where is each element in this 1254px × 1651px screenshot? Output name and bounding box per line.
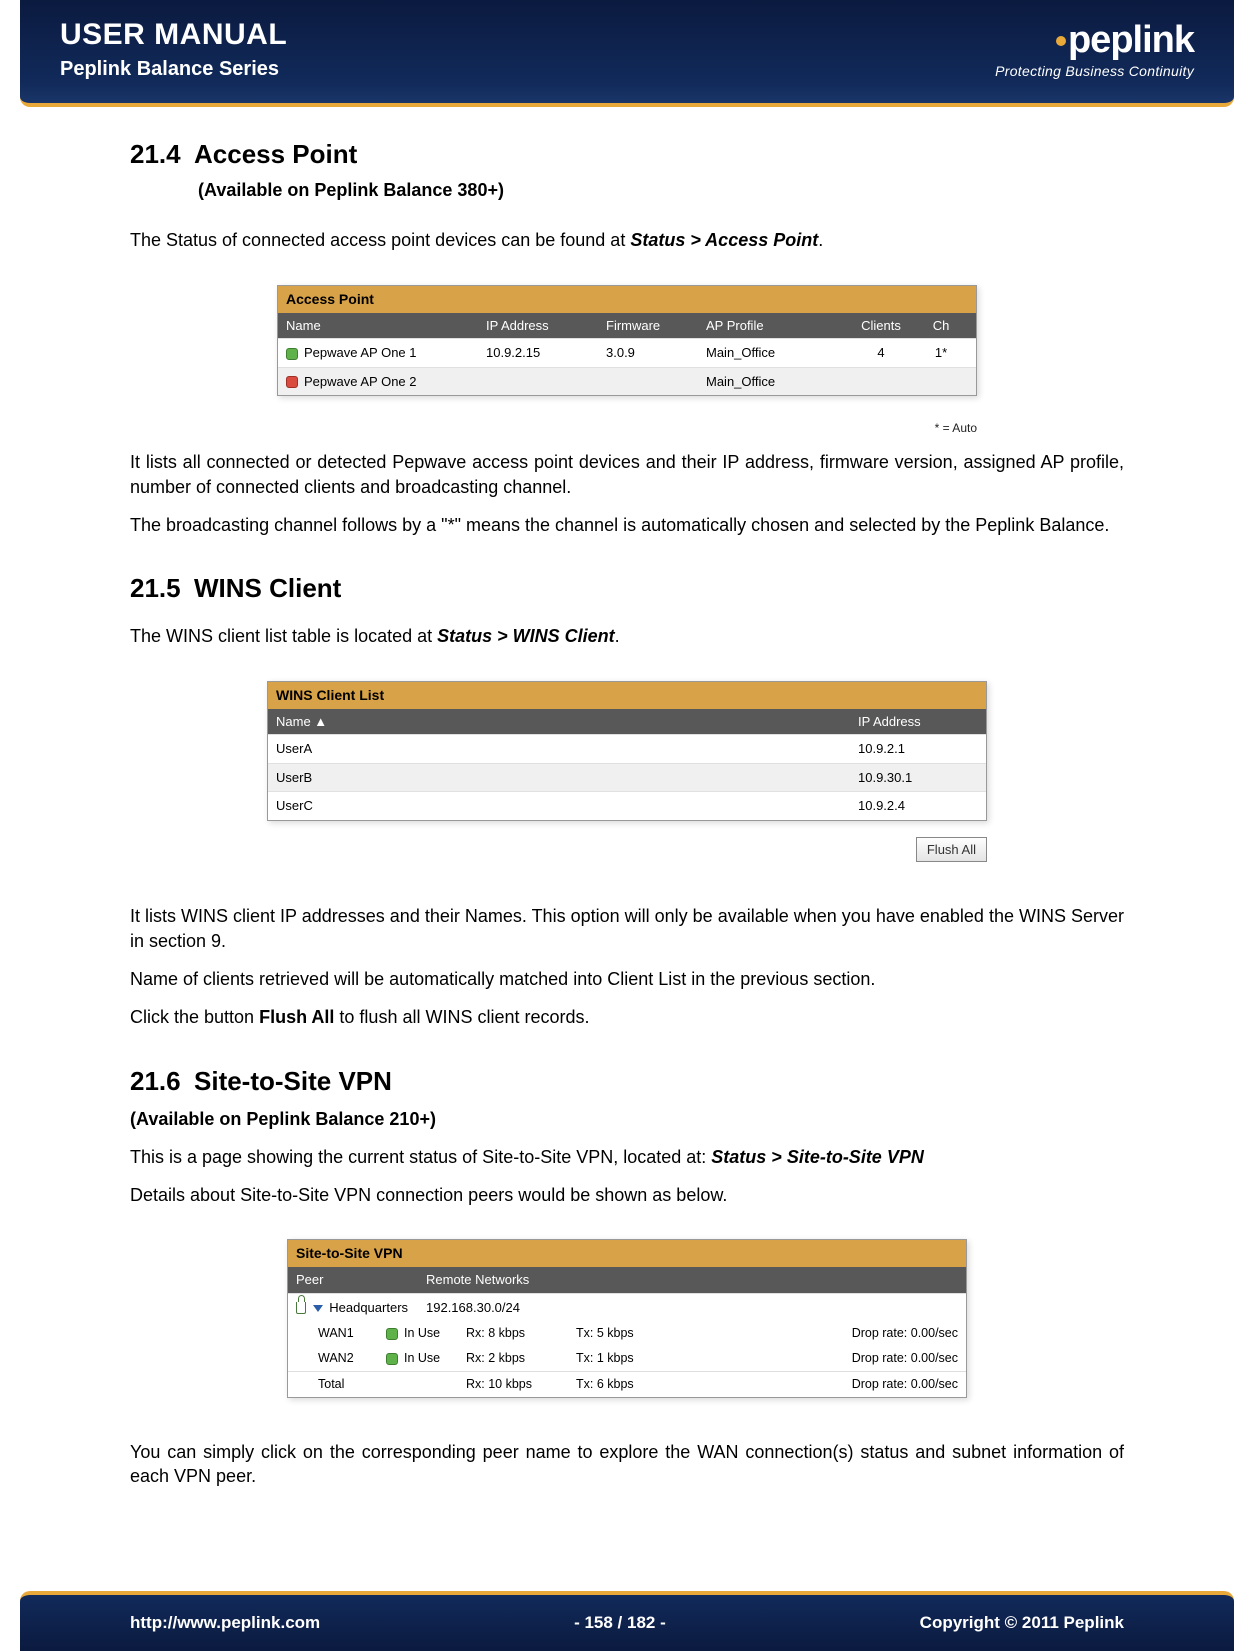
brand-logo: peplink [995, 21, 1194, 59]
brand-dot-icon [1056, 36, 1066, 46]
section-subheading-21-6: (Available on Peplink Balance 210+) [130, 1107, 1124, 1131]
lock-icon [296, 1302, 306, 1314]
table-row[interactable]: Pepwave AP One 2 Main_Office [278, 367, 976, 396]
panel-title: WINS Client List [268, 682, 986, 709]
table-header-row: Peer Remote Networks [288, 1267, 966, 1293]
paragraph: The Status of connected access point dev… [130, 228, 1124, 252]
page-header: USER MANUAL Peplink Balance Series pepli… [20, 0, 1234, 107]
page-footer: http://www.peplink.com - 158 / 182 - Cop… [20, 1591, 1234, 1651]
vpn-wan-row: WAN2 In Use Rx: 2 kbps Tx: 1 kbps Drop r… [288, 1346, 966, 1371]
section-subheading-21-4: (Available on Peplink Balance 380+) [198, 178, 1124, 202]
panel-title: Site-to-Site VPN [288, 1240, 966, 1267]
paragraph: Details about Site-to-Site VPN connectio… [130, 1183, 1124, 1207]
paragraph: It lists WINS client IP addresses and th… [130, 904, 1124, 953]
section-heading-21-4: 21.4Access Point [130, 137, 1124, 172]
doc-subtitle: Peplink Balance Series [60, 58, 287, 81]
status-up-icon [286, 348, 298, 360]
expand-icon[interactable] [313, 1305, 323, 1312]
vpn-wan-row: WAN1 In Use Rx: 8 kbps Tx: 5 kbps Drop r… [288, 1321, 966, 1346]
panel-title: Access Point [278, 286, 976, 313]
access-point-table: Access Point Name IP Address Firmware AP… [277, 285, 977, 397]
footer-page-number: - 158 / 182 - [574, 1613, 666, 1633]
paragraph: The broadcasting channel follows by a "*… [130, 513, 1124, 537]
table-header-row: Name IP Address Firmware AP Profile Clie… [278, 313, 976, 339]
paragraph: You can simply click on the correspondin… [130, 1440, 1124, 1489]
vpn-peer-row[interactable]: Headquarters 192.168.30.0/24 [288, 1293, 966, 1322]
paragraph: Name of clients retrieved will be automa… [130, 967, 1124, 991]
status-down-icon [286, 376, 298, 388]
table-row[interactable]: UserA10.9.2.1 [268, 734, 986, 763]
table-footnote: * = Auto [277, 420, 977, 436]
paragraph: Click the button Flush All to flush all … [130, 1005, 1124, 1029]
table-row[interactable]: UserC10.9.2.4 [268, 791, 986, 820]
paragraph: This is a page showing the current statu… [130, 1145, 1124, 1169]
vpn-total-row: Total Rx: 10 kbps Tx: 6 kbps Drop rate: … [288, 1371, 966, 1397]
brand-tagline: Protecting Business Continuity [995, 63, 1194, 79]
footer-copyright: Copyright © 2011 Peplink [920, 1613, 1124, 1633]
status-up-icon [386, 1353, 398, 1365]
section-heading-21-6: 21.6Site-to-Site VPN [130, 1064, 1124, 1099]
footer-url: http://www.peplink.com [130, 1613, 320, 1633]
table-row[interactable]: UserB10.9.30.1 [268, 763, 986, 792]
section-heading-21-5: 21.5WINS Client [130, 571, 1124, 606]
doc-title: USER MANUAL [60, 18, 287, 52]
paragraph: The WINS client list table is located at… [130, 624, 1124, 648]
site-to-site-vpn-table: Site-to-Site VPN Peer Remote Networks He… [287, 1239, 967, 1398]
wins-client-table: WINS Client List Name ▲ IP Address UserA… [267, 681, 987, 863]
flush-all-button[interactable]: Flush All [916, 837, 987, 863]
paragraph: It lists all connected or detected Pepwa… [130, 450, 1124, 499]
table-header-row[interactable]: Name ▲ IP Address [268, 709, 986, 735]
status-up-icon [386, 1328, 398, 1340]
table-row[interactable]: Pepwave AP One 1 10.9.2.15 3.0.9 Main_Of… [278, 338, 976, 367]
